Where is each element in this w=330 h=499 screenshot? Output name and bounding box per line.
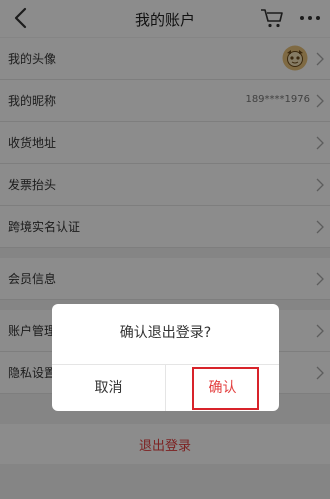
- logout-confirm-dialog: 确认退出登录? 取消 确认: [52, 304, 279, 411]
- modal-backdrop[interactable]: [0, 0, 330, 499]
- dialog-message: 确认退出登录?: [119, 325, 212, 341]
- cancel-button[interactable]: 取消: [52, 365, 165, 411]
- confirm-highlight-box: [192, 367, 259, 410]
